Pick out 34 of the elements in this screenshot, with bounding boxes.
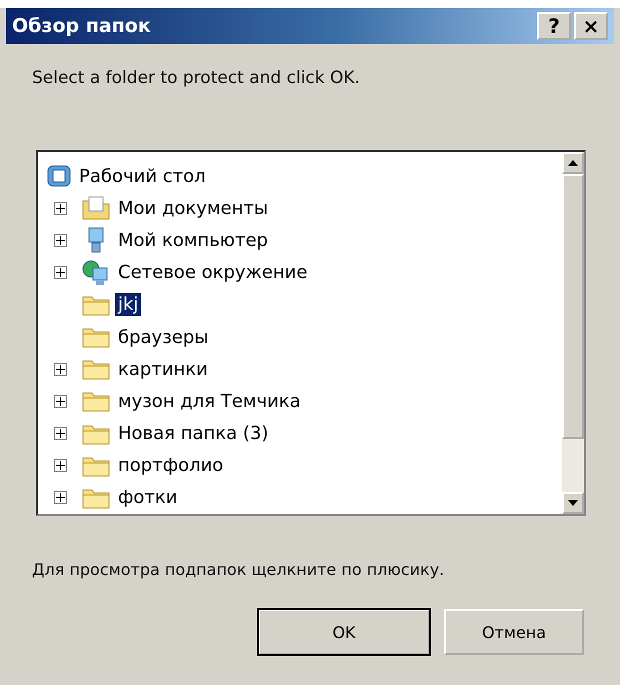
tree-item[interactable]: Рабочий стол [76, 164, 209, 188]
tree-item[interactable]: фотки [115, 486, 180, 510]
documents-folder-icon [81, 195, 111, 222]
instruction-text: Select a folder to protect and click OK. [32, 68, 361, 88]
scroll-up-button[interactable] [562, 152, 584, 174]
tree-item[interactable]: Мой компьютер [115, 228, 271, 252]
expand-button[interactable] [54, 234, 67, 247]
window-title: Обзор папок [12, 15, 152, 37]
tree-item[interactable]: картинки [115, 358, 211, 381]
dialog-button[interactable]: OK [258, 609, 430, 655]
scroll-thumb[interactable] [562, 174, 584, 439]
expand-button[interactable] [54, 362, 67, 376]
tree-item[interactable]: браузеры [115, 326, 212, 349]
expand-button[interactable] [54, 266, 67, 280]
expand-button[interactable] [54, 202, 67, 215]
up-arrow-icon [568, 160, 578, 166]
hint-text: Для просмотра подпапок щелкните по плюсику. [32, 560, 446, 579]
tree-item[interactable]: портфолио [115, 454, 226, 478]
help-button[interactable]: ? [537, 12, 571, 40]
desktop-icon [46, 163, 72, 190]
expand-button[interactable] [54, 491, 67, 504]
tree-item[interactable]: музон для Темчика [115, 390, 304, 413]
dialog-button[interactable]: Отмена [444, 609, 584, 655]
expand-button[interactable] [54, 459, 67, 472]
tree-item[interactable]: Сетевое окружение [115, 261, 310, 284]
scroll-down-button[interactable] [562, 492, 584, 514]
expand-button[interactable] [54, 427, 67, 440]
down-arrow-icon [568, 500, 578, 506]
scrollbar[interactable] [562, 152, 584, 514]
tree-item[interactable]: Новая папка (3) [115, 422, 272, 446]
close-button[interactable]: × [574, 12, 608, 40]
expand-button[interactable] [54, 394, 67, 408]
tree-item[interactable]: Мои документы [115, 196, 272, 220]
tree-item[interactable]: jkj [115, 293, 142, 316]
